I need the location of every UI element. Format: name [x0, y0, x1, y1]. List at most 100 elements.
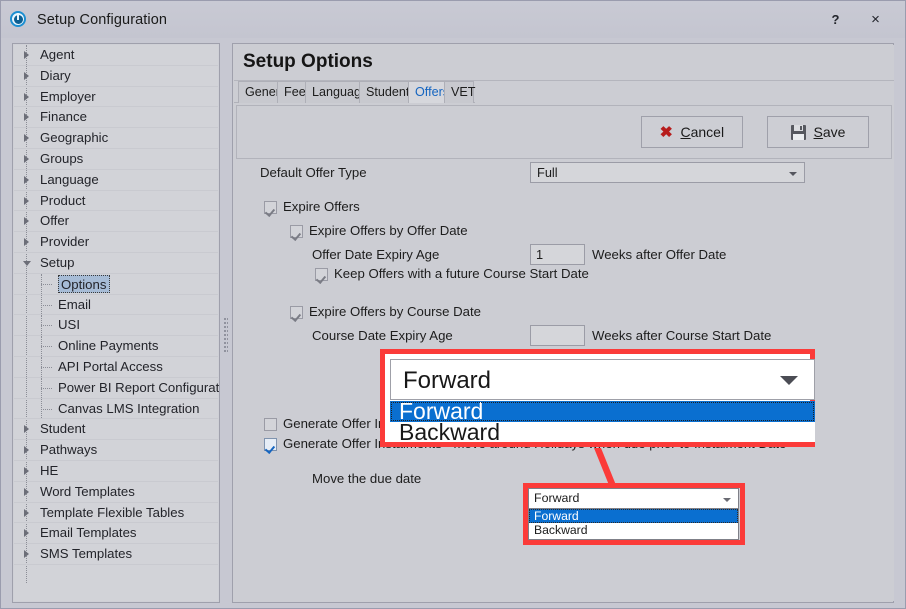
sidebar-item-label: Power BI Report Configuration [58, 378, 220, 399]
tab-offers[interactable]: Offers [408, 81, 445, 103]
chevron-right-icon[interactable] [24, 113, 29, 121]
option-backward[interactable]: Backward [529, 523, 738, 537]
sidebar-item-finance[interactable]: Finance [14, 107, 218, 128]
tab-strip[interactable]: GeneralFeesLanguageStudentOffers VET [234, 81, 894, 103]
sidebar-item-word-templates[interactable]: Word Templates [14, 482, 218, 503]
magnified-option-backward[interactable]: Backward [390, 422, 815, 443]
chevron-right-icon[interactable] [24, 425, 29, 433]
sidebar-item-setup[interactable]: Setup [14, 253, 218, 274]
sidebar-item-diary[interactable]: Diary [14, 66, 218, 87]
chevron-right-icon[interactable] [24, 51, 29, 59]
chevron-down-icon[interactable] [23, 261, 31, 270]
sidebar-item-label: Email Templates [40, 523, 137, 544]
sidebar-item-email[interactable]: Email [14, 295, 218, 316]
sidebar-item-options[interactable]: Options [14, 274, 218, 295]
sidebar-item-language[interactable]: Language [14, 170, 218, 191]
chevron-right-icon[interactable] [24, 488, 29, 496]
sidebar-item-product[interactable]: Product [14, 191, 218, 212]
sidebar-item-label: Provider [40, 232, 89, 253]
sidebar-item-api-portal-access[interactable]: API Portal Access [14, 357, 218, 378]
sidebar-item-geographic[interactable]: Geographic [14, 128, 218, 149]
chevron-right-icon[interactable] [24, 217, 29, 225]
chevron-right-icon[interactable] [24, 238, 29, 246]
sidebar-item-label: Online Payments [58, 336, 158, 357]
sidebar-item-groups[interactable]: Groups [14, 149, 218, 170]
sidebar-item-sms-templates[interactable]: SMS Templates [14, 544, 218, 565]
chevron-down-icon [789, 172, 797, 176]
sidebar-item-pathways[interactable]: Pathways [14, 440, 218, 461]
sidebar-item-label: Groups [40, 149, 83, 170]
tab-label: VET [451, 85, 476, 99]
sidebar-item-label: Geographic [40, 128, 108, 149]
chevron-right-icon[interactable] [24, 509, 29, 517]
sidebar-item-label: Finance [40, 107, 87, 128]
sidebar-item-power-bi-report-configuration[interactable]: Power BI Report Configuration [14, 378, 218, 399]
sidebar-item-provider[interactable]: Provider [14, 232, 218, 253]
tab-language[interactable]: Language [305, 81, 360, 103]
sidebar-item-label: Student [40, 419, 85, 440]
panel-splitter[interactable] [220, 43, 232, 603]
expire-by-offer-date-label: Expire Offers by Offer Date [309, 223, 468, 238]
help-button[interactable]: ? [820, 4, 851, 34]
chevron-right-icon[interactable] [24, 155, 29, 163]
sidebar-item-student[interactable]: Student [14, 419, 218, 440]
magnified-select[interactable]: Forward [390, 359, 815, 400]
sidebar-item-label: Template Flexible Tables [40, 503, 184, 524]
close-button[interactable]: × [860, 4, 891, 34]
sidebar-item-label: SMS Templates [40, 544, 132, 565]
course-date-expiry-age-input[interactable] [530, 325, 585, 346]
chevron-right-icon[interactable] [24, 72, 29, 80]
chevron-right-icon[interactable] [24, 529, 29, 537]
tab-fees[interactable]: Fees [277, 81, 306, 103]
chevron-right-icon[interactable] [24, 550, 29, 558]
tree-guide-dots [41, 388, 52, 390]
chevron-right-icon[interactable] [24, 197, 29, 205]
sidebar-item-label: Language [40, 170, 99, 191]
app-circle-icon [9, 10, 29, 30]
sidebar-item-offer[interactable]: Offer [14, 211, 218, 232]
sidebar-item-label: Product [40, 191, 85, 212]
sidebar-item-label: Pathways [40, 440, 97, 461]
config-tree[interactable]: AgentDiaryEmployerFinanceGeographicGroup… [14, 45, 218, 601]
chevron-right-icon[interactable] [24, 446, 29, 454]
tree-guide-dots [41, 284, 52, 286]
generate-offer-instalments-checkbox[interactable] [264, 418, 277, 431]
sidebar-item-employer[interactable]: Employer [14, 87, 218, 108]
offer-date-expiry-age-input[interactable]: 1 [530, 244, 585, 265]
option-forward[interactable]: Forward [529, 509, 738, 523]
sidebar-item-agent[interactable]: Agent [14, 45, 218, 66]
chevron-right-icon[interactable] [24, 93, 29, 101]
move-due-date-option-list[interactable]: ForwardBackward [528, 509, 739, 540]
keep-offers-future-checkbox[interactable] [315, 268, 328, 281]
expire-by-offer-date-checkbox[interactable] [290, 225, 303, 238]
expire-offers-label: Expire Offers [283, 199, 360, 214]
generate-offer-instalments-holidays-checkbox[interactable] [264, 438, 277, 451]
close-x-icon: ✖ [660, 125, 673, 140]
setup-configuration-window: Setup Configuration ? × AgentDiaryEmploy… [0, 0, 906, 609]
chevron-right-icon[interactable] [24, 467, 29, 475]
tab-student[interactable]: Student [359, 81, 409, 103]
chevron-right-icon[interactable] [24, 176, 29, 184]
sidebar-item-canvas-lms-integration[interactable]: Canvas LMS Integration [14, 399, 218, 420]
expire-offers-checkbox[interactable] [264, 201, 277, 214]
sidebar-item-he[interactable]: HE [14, 461, 218, 482]
expire-by-course-date-checkbox[interactable] [290, 306, 303, 319]
sidebar-item-label: Options [58, 275, 110, 293]
sidebar-item-online-payments[interactable]: Online Payments [14, 336, 218, 357]
sidebar-item-email-templates[interactable]: Email Templates [14, 523, 218, 544]
sidebar-item-usi[interactable]: USI [14, 315, 218, 336]
sidebar-item-label: Offer [40, 211, 69, 232]
chevron-right-icon[interactable] [24, 134, 29, 142]
offer-date-expiry-age-label: Offer Date Expiry Age [312, 247, 439, 262]
default-offer-type-label: Default Offer Type [260, 165, 367, 180]
tab-vet[interactable]: VET [444, 81, 474, 103]
splitter-grip-icon [224, 318, 228, 352]
magnified-option-list[interactable]: ForwardBackward [390, 401, 815, 442]
default-offer-type-select[interactable]: Full [530, 162, 805, 183]
sidebar-item-label: USI [58, 315, 80, 336]
cancel-button[interactable]: ✖ Cancel [641, 116, 743, 148]
tab-general[interactable]: General [238, 81, 278, 103]
save-button[interactable]: Save [767, 116, 869, 148]
sidebar-item-template-flexible-tables[interactable]: Template Flexible Tables [14, 503, 218, 524]
move-due-date-select[interactable]: Forward [528, 488, 739, 509]
